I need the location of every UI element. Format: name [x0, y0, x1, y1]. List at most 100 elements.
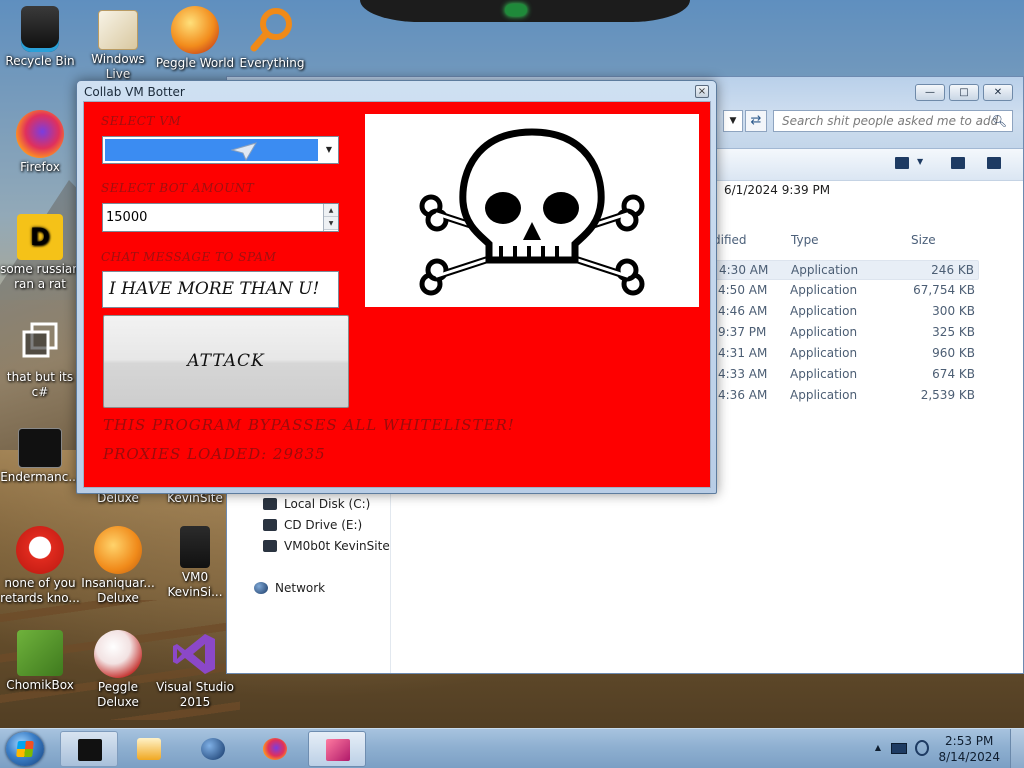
file-row[interactable]: 4:50 AM Application 67,754 KB [713, 281, 979, 301]
desktop-icon-some-russian[interactable]: D some russian ran a rat [0, 214, 80, 292]
chat-message-input[interactable]: I HAVE MORE THAN U! [102, 271, 339, 308]
desktop-icon-vm0-kevinsite[interactable]: VM0 KevinSi... [155, 526, 235, 600]
nav-item-network[interactable]: Network [254, 581, 325, 595]
desktop-icon-chomikbox[interactable]: ChomikBox [0, 630, 80, 693]
file-row[interactable]: 4:36 AM Application 2,539 KB [713, 386, 979, 406]
tray-expand-icon[interactable]: ▲ [875, 743, 881, 752]
views-icon[interactable] [895, 157, 909, 169]
desktop-icon-none-of-you[interactable]: none of you retards kno... [0, 526, 80, 606]
firefox-document-icon [180, 526, 210, 568]
attack-button[interactable]: ATTACK [103, 315, 349, 408]
file-type: Application [790, 367, 858, 381]
file-type: Application [790, 346, 858, 360]
peggle-icon [171, 6, 219, 54]
file-time: 4:33 AM [718, 367, 768, 381]
desktop-icon-label: Visual Studio 2015 [156, 680, 234, 709]
file-time: 4:50 AM [718, 283, 768, 297]
desktop-icon-visual-studio[interactable]: Visual Studio 2015 [155, 630, 235, 710]
firefox-icon [16, 110, 64, 158]
chat-message-label: CHAT MESSAGE TO SPAM [101, 250, 277, 264]
botter-app-icon [326, 739, 350, 761]
desktop-icon-label: VM0 KevinSi... [167, 570, 223, 599]
file-row[interactable]: 4:30 AM Application 246 KB [713, 260, 979, 280]
nav-item-label: Local Disk (C:) [284, 497, 371, 511]
desktop-icon-insaniquarium[interactable]: Insaniquar... Deluxe [78, 526, 158, 606]
help-icon[interactable] [987, 157, 1001, 169]
dragon-app-icon [16, 526, 64, 574]
file-size: 246 KB [931, 263, 974, 277]
desktop-icon-peggle-world[interactable]: Peggle World [155, 6, 235, 71]
desktop-icon-peggle-deluxe[interactable]: Peggle Deluxe [78, 630, 158, 710]
column-header-size[interactable]: Size [911, 233, 936, 247]
taskbar-item-media-player[interactable] [120, 731, 178, 767]
file-size: 2,539 KB [920, 388, 975, 402]
desktop-icon-label: Everything [239, 56, 305, 70]
stepper-down-icon[interactable]: ▼ [324, 217, 338, 230]
search-input[interactable]: Search shit people asked me to add 🔍︎ [773, 110, 1013, 132]
cd-drive-icon [263, 519, 277, 531]
nav-item-vm-site[interactable]: VM0b0t KevinSite [263, 539, 390, 553]
nav-item-cd-drive[interactable]: CD Drive (E:) [263, 518, 362, 532]
desktop-icon-label: that but its c# [6, 370, 74, 399]
close-button[interactable]: × [695, 85, 709, 98]
file-row[interactable]: 4:31 AM Application 960 KB [713, 344, 979, 364]
nav-item-local-disk[interactable]: Local Disk (C:) [263, 497, 370, 511]
stepper-buttons: ▲ ▼ [323, 204, 338, 231]
file-row[interactable]: 9:37 PM Application 325 KB [713, 323, 979, 343]
views-dropdown-icon[interactable]: ▼ [917, 157, 923, 166]
desktop-icon-label: some russian ran a rat [0, 262, 80, 291]
minimize-button[interactable]: — [915, 84, 945, 101]
terminal-icon [78, 739, 102, 761]
file-row[interactable]: 4:33 AM Application 674 KB [713, 365, 979, 385]
maximize-button[interactable]: □ [949, 84, 979, 101]
desktop-gadget [360, 0, 690, 22]
nav-item-label: VM0b0t KevinSite [284, 539, 390, 553]
bot-amount-stepper[interactable]: 15000 ▲ ▼ [102, 203, 339, 232]
desktop-icon-that-but-its-c[interactable]: that but its c# [0, 320, 80, 400]
file-row[interactable]: 4:46 AM Application 300 KB [713, 302, 979, 322]
gadget-indicator [505, 4, 527, 16]
proxies-status: PROXIES LOADED: 29835 [103, 445, 326, 463]
vm-select-dropdown[interactable]: ▼ [102, 136, 339, 164]
taskbar-item-botter[interactable] [308, 731, 366, 767]
start-button[interactable] [6, 732, 44, 766]
desktop-icon-endermanc[interactable]: Endermanc... [0, 424, 80, 485]
selected-date-modified: 6/1/2024 9:39 PM [724, 183, 831, 197]
close-button[interactable]: ✕ [983, 84, 1013, 101]
refresh-icon[interactable]: ⇄ [745, 110, 767, 132]
column-header-type[interactable]: Type [791, 233, 819, 247]
search-icon[interactable]: 🔍︎ [992, 111, 1007, 131]
column-header-modified[interactable]: dified [713, 233, 747, 247]
desktop-icon-firefox[interactable]: Firefox [0, 110, 80, 175]
botter-window[interactable]: Collab VM Botter × SELECT VM ▼ SELECT BO… [76, 80, 717, 494]
chevron-down-icon[interactable]: ▼ [320, 137, 338, 163]
file-type: Application [790, 304, 858, 318]
preview-pane-icon[interactable] [951, 157, 965, 169]
volume-tray-icon[interactable] [915, 740, 929, 756]
network-icon [254, 582, 268, 594]
stepper-up-icon[interactable]: ▲ [324, 204, 338, 217]
network-tray-icon[interactable] [891, 743, 907, 754]
visual-studio-icon [171, 630, 219, 678]
globe-icon [201, 738, 225, 760]
taskbar-item-cmd[interactable] [60, 731, 118, 767]
bypass-notice: THIS PROGRAM BYPASSES ALL WHITELISTER! [103, 416, 515, 434]
hamster-box-icon [17, 630, 63, 676]
show-desktop-button[interactable] [1010, 729, 1024, 768]
file-time: 4:46 AM [718, 304, 768, 318]
desktop-icon-everything[interactable]: Everything [232, 6, 312, 71]
taskbar-item-globe[interactable] [184, 731, 242, 767]
desktop-icon-label: Peggle Deluxe [97, 680, 139, 709]
recycle-bin-icon [21, 6, 59, 52]
paper-plane-icon [231, 142, 257, 161]
skull-crossbones-icon [419, 128, 645, 296]
taskbar-clock[interactable]: 2:53 PM 8/14/2024 [938, 733, 1000, 765]
file-type: Application [790, 388, 858, 402]
file-time: 9:37 PM [718, 325, 767, 339]
taskbar-item-firefox[interactable] [246, 731, 304, 767]
vm-select-highlight [105, 139, 318, 161]
desktop-icon-windows-live[interactable]: Windows Live [78, 6, 158, 82]
desktop-icon-label: Insaniquar... Deluxe [81, 576, 155, 605]
address-dropdown-button[interactable]: ▼ [723, 110, 743, 132]
desktop-icon-recycle-bin[interactable]: Recycle Bin [0, 6, 80, 69]
